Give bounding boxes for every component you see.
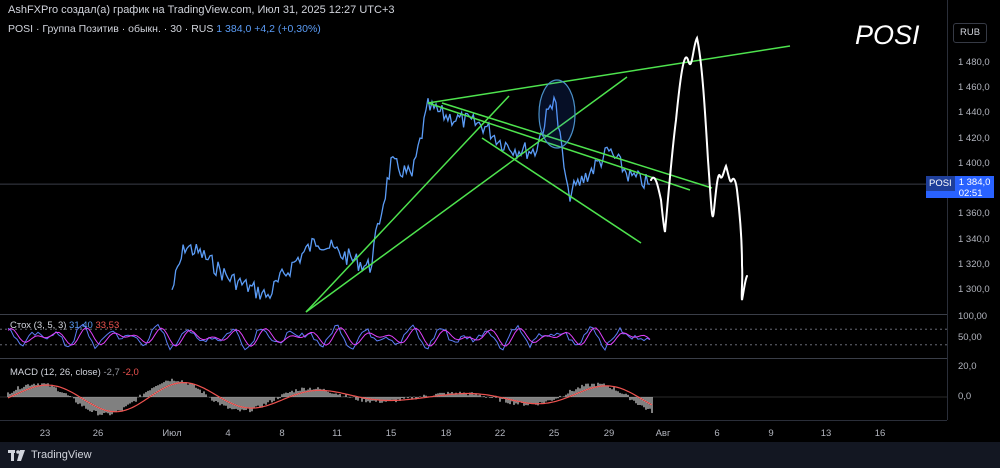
last-price-tag-countdown: 02:51 — [958, 188, 983, 199]
price-tick: 1 340,0 — [958, 233, 990, 245]
pane-separator[interactable] — [0, 358, 947, 359]
time-tick: 18 — [440, 428, 452, 439]
stoch-legend[interactable]: Стох (3, 5, 3) 31,40 33,53 — [10, 320, 119, 331]
time-tick: 4 — [225, 428, 231, 439]
last-price-tag: POSI 1 384,0 02:51 — [926, 176, 995, 199]
price-tick: 1 300,0 — [958, 284, 990, 295]
trendline — [305, 95, 510, 313]
footer-bar — [0, 442, 1000, 468]
time-tick: 9 — [768, 428, 774, 439]
time-tick: Июл — [162, 428, 182, 439]
price-tick: 1 420,0 — [958, 132, 990, 144]
trendline — [305, 76, 628, 313]
time-tick: 15 — [385, 428, 397, 439]
price-tick: 1 360,0 — [958, 208, 990, 220]
time-tick: 29 — [603, 428, 615, 439]
price-tick: 1 400,0 — [958, 157, 990, 169]
trendline — [441, 102, 713, 189]
time-tick: 11 — [332, 428, 342, 439]
time-axis[interactable] — [0, 420, 947, 443]
tradingview-logo-text: TradingView — [31, 449, 92, 461]
time-tick: 8 — [279, 428, 285, 439]
last-price-tag-symbol: POSI — [926, 176, 955, 191]
stoch-k-value: 31,40 — [69, 320, 93, 331]
price-tick: 1 440,0 — [958, 107, 990, 119]
time-tick: 13 — [820, 428, 832, 439]
chart-canvas[interactable] — [0, 0, 947, 442]
time-tick: 16 — [874, 428, 886, 439]
stoch-tick: 50,00 — [958, 332, 982, 343]
price-tick: 1 480,0 — [958, 57, 990, 68]
macd-legend[interactable]: MACD (12, 26, close) -2,7 -2,0 — [10, 367, 139, 378]
pane-separator[interactable] — [0, 314, 947, 315]
time-tick: 26 — [92, 428, 104, 439]
time-tick: 25 — [548, 428, 560, 439]
last-price-tag-price: 1 384,0 — [958, 177, 991, 188]
macd-label: MACD (12, 26, close) — [10, 367, 101, 378]
macd-signal-value: -2,0 — [122, 367, 139, 378]
price-tick: 1 460,0 — [958, 82, 990, 94]
macd-tick: 0,0 — [958, 391, 972, 402]
price-tick: 1 320,0 — [958, 258, 990, 270]
watermark-text: POSI — [855, 20, 920, 50]
time-tick: 6 — [714, 428, 720, 439]
chart-header: AshFXPro создал(а) график на TradingView… — [8, 4, 395, 16]
time-tick: 22 — [494, 428, 506, 439]
highlight-ellipse — [538, 79, 576, 149]
time-tick: 23 — [39, 428, 51, 439]
symbol-info[interactable]: POSI · Группа Позитив · обыкн. · 30 · RU… — [8, 23, 321, 35]
projection-path — [650, 35, 748, 301]
macd-hist-value: -2,7 — [103, 367, 120, 378]
tradingview-logo-icon — [8, 449, 25, 461]
macd-tick: 20,0 — [958, 361, 977, 372]
time-tick: Авг — [655, 428, 671, 439]
stoch-tick: 100,00 — [958, 311, 988, 322]
stoch-d-value: 33,53 — [95, 320, 120, 331]
price-line — [171, 94, 651, 300]
stoch-label: Стох (3, 5, 3) — [10, 320, 67, 331]
price-change: +4,2 (+0,30%) — [254, 23, 321, 35]
trendline — [481, 137, 642, 244]
last-price: 1 384,0 — [216, 23, 252, 35]
currency-button[interactable]: RUB — [953, 23, 987, 43]
symbol-name: POSI · Группа Позитив · обыкн. · 30 · RU… — [8, 23, 214, 35]
trendline — [427, 45, 791, 104]
tradingview-logo[interactable]: TradingView — [8, 449, 92, 461]
